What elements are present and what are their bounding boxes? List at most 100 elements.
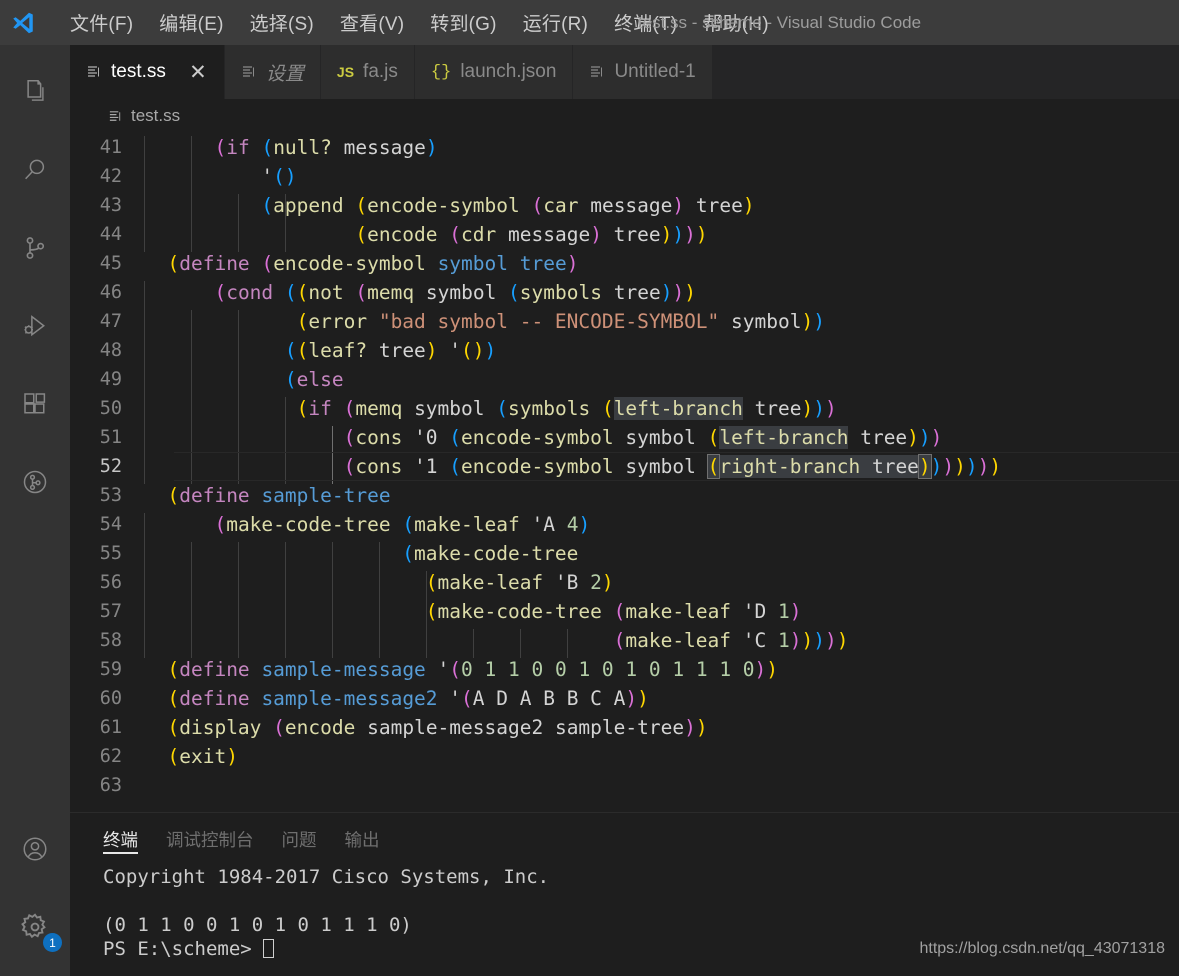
tab-test-ss[interactable]: test.ss ✕ [70,45,225,99]
line-content: (if (null? message) [144,136,438,165]
line-content: (display (encode sample-message2 sample-… [167,716,708,739]
line-number: 52 [99,456,122,477]
code-line: 61 (display (encode sample-message2 samp… [70,713,1179,742]
settings-file-icon [241,64,257,80]
code-line: 43 (append (encode-symbol (car message) … [70,191,1179,223]
line-number: 58 [99,630,122,651]
vscode-window: 文件(F) 编辑(E) 选择(S) 查看(V) 转到(G) 运行(R) 终端(T… [0,0,1179,976]
line-content: (make-code-tree (make-leaf 'D 1) [144,600,802,629]
line-content: (make-code-tree [144,542,578,571]
code-line: 62 (exit) [70,742,1179,771]
menu-terminal[interactable]: 终端(T) [601,5,690,40]
line-content: '() [144,165,297,194]
menu-help[interactable]: 帮助(H) [690,5,781,40]
code-line: 58 (make-leaf 'C 1))))) [70,626,1179,658]
line-number: 48 [99,340,122,361]
tab-label: Untitled-1 [614,61,696,82]
terminal-output[interactable]: Copyright 1984-2017 Cisco Systems, Inc. … [70,865,1179,976]
menu-go[interactable]: 转到(G) [417,5,509,40]
menu-bar: 文件(F) 编辑(E) 选择(S) 查看(V) 转到(G) 运行(R) 终端(T… [57,5,782,40]
line-number: 53 [99,485,122,506]
terminal-cursor [263,939,275,958]
line-content: ((leaf? tree) '()) [144,339,496,368]
terminal-line: (0 1 1 0 0 1 0 1 0 1 1 1 0) [103,914,412,936]
line-content: (cons '1 (encode-symbol symbol (right-br… [144,454,1001,484]
settings-badge: 1 [43,933,62,952]
tab-label: 设置 [265,63,304,85]
line-content: (define sample-message2 '(A D A B B C A)… [167,687,649,710]
line-number: 51 [99,427,122,448]
terminal-prompt: PS E:\scheme> [103,938,264,960]
panel-tab-bar: 终端 调试控制台 问题 输出 [70,813,1179,865]
explorer-icon[interactable] [0,53,70,131]
code-editor[interactable]: 41 (if (null? message) 42 '() 43 (append… [70,133,1179,812]
activity-bar: 1 [0,45,70,976]
menu-edit[interactable]: 编辑(E) [146,5,236,40]
terminal-line: Copyright 1984-2017 Cisco Systems, Inc. [103,866,550,888]
line-number: 46 [99,282,122,303]
source-control-icon[interactable] [0,209,70,287]
line-number: 43 [99,195,122,216]
tab-close-icon[interactable]: ✕ [188,62,208,83]
js-file-icon: JS [336,64,355,80]
run-debug-icon[interactable] [0,287,70,365]
code-line: 45 (define (encode-symbol symbol tree) [70,249,1179,278]
search-icon[interactable] [0,131,70,209]
scheme-file-icon [86,64,102,80]
git-graph-icon[interactable] [0,443,70,521]
tab-label: fa.js [363,61,398,82]
code-line-active: 52 (cons '1 (encode-symbol symbol (right… [70,452,1179,484]
code-line: 57 (make-code-tree (make-leaf 'D 1) [70,597,1179,629]
extensions-icon[interactable] [0,365,70,443]
line-number: 60 [99,688,122,709]
code-line: 56 (make-leaf 'B 2) [70,568,1179,600]
line-content: (make-leaf 'B 2) [144,571,614,600]
line-number: 45 [99,253,122,274]
json-file-icon: {} [430,62,452,82]
bottom-panel: 终端 调试控制台 问题 输出 Copyright 1984-2017 Cisco… [70,812,1179,976]
menu-file[interactable]: 文件(F) [57,5,146,40]
code-line: 53 (define sample-tree [70,481,1179,510]
line-number: 42 [99,166,122,187]
tab-untitled-1[interactable]: Untitled-1 [573,45,713,99]
code-line: 47 (error "bad symbol -- ENCODE-SYMBOL" … [70,307,1179,339]
code-line: 46 (cond ((not (memq symbol (symbols tre… [70,278,1179,310]
line-number: 54 [99,514,122,535]
scheme-file-icon [108,109,123,124]
tab-bar: test.ss ✕ 设置 JS fa.js {} launch.json Unt… [70,45,1179,99]
menu-run[interactable]: 运行(R) [510,5,601,40]
code-line: 49 (else [70,365,1179,397]
title-bar: 文件(F) 编辑(E) 选择(S) 查看(V) 转到(G) 运行(R) 终端(T… [0,0,1179,45]
line-content: (make-leaf 'C 1))))) [144,629,849,658]
code-line: 63 [70,771,1179,800]
panel-tab-problems[interactable]: 问题 [282,813,317,865]
line-content: (encode (cdr message) tree)))) [144,223,708,252]
line-content: (exit) [167,745,238,768]
code-line: 50 (if (memq symbol (symbols (left-branc… [70,394,1179,426]
menu-view[interactable]: 查看(V) [327,5,417,40]
line-content: (append (encode-symbol (car message) tre… [144,194,755,223]
tab-label: test.ss [111,61,166,82]
tab-launch-json[interactable]: {} launch.json [414,45,574,99]
code-line: 48 ((leaf? tree) '()) [70,336,1179,368]
settings-gear-icon[interactable]: 1 [0,888,70,966]
line-content: (make-code-tree (make-leaf 'A 4) [144,513,590,542]
line-number: 62 [99,746,122,767]
panel-tab-output[interactable]: 输出 [345,813,380,865]
breadcrumb[interactable]: test.ss [70,99,1179,133]
line-content: (else [144,368,344,397]
line-number: 57 [99,601,122,622]
tab-fa-js[interactable]: JS fa.js [320,45,415,99]
tab-settings[interactable]: 设置 [224,45,321,99]
line-number: 59 [99,659,122,680]
panel-tab-debug-console[interactable]: 调试控制台 [166,813,254,865]
menu-selection[interactable]: 选择(S) [237,5,327,40]
breadcrumb-label: test.ss [131,106,181,125]
tab-bar-filler [712,45,1179,99]
account-icon[interactable] [0,810,70,888]
code-line: 41 (if (null? message) [70,133,1179,165]
code-line: 55 (make-code-tree [70,539,1179,571]
line-content: (cond ((not (memq symbol (symbols tree))… [144,281,696,310]
panel-tab-terminal[interactable]: 终端 [103,813,138,865]
code-line: 54 (make-code-tree (make-leaf 'A 4) [70,510,1179,542]
